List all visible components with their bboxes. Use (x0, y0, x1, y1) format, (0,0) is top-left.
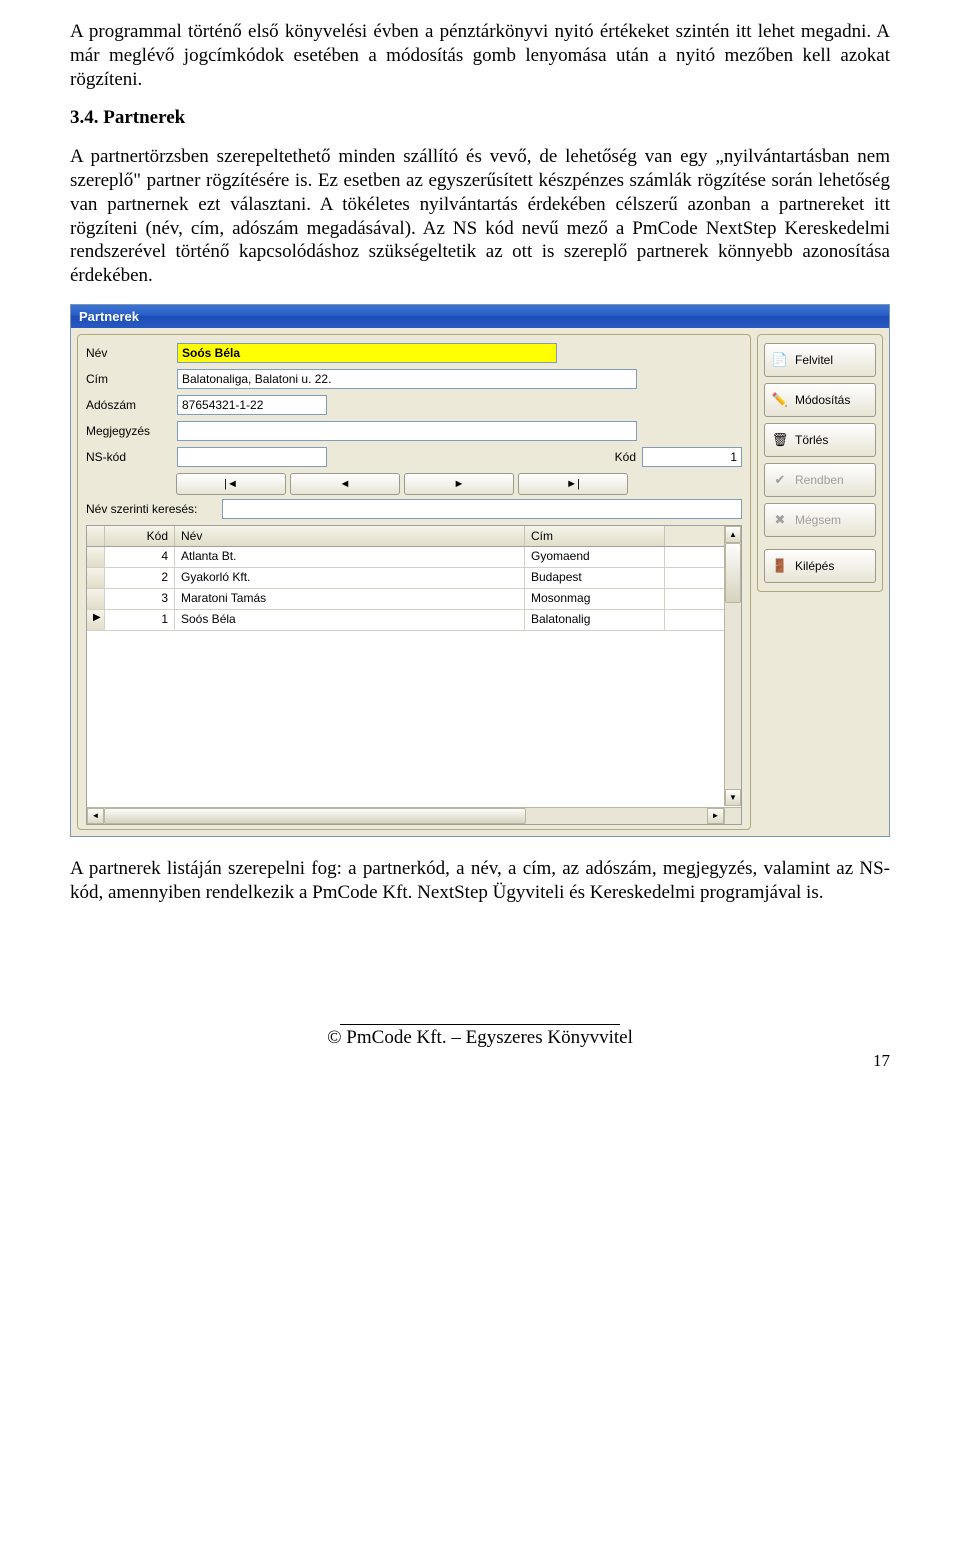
input-adoszam[interactable] (177, 395, 327, 415)
table-row[interactable]: 4 Atlanta Bt. Gyomaend (87, 547, 741, 568)
trash-icon: 🗑 (771, 432, 789, 448)
new-document-icon: 📄 (771, 352, 789, 368)
scroll-corner (724, 807, 741, 824)
scroll-down-button[interactable]: ▼ (725, 789, 741, 806)
table-row[interactable]: 3 Maratoni Tamás Mosonmag (87, 589, 741, 610)
window-titlebar: Partnerek (71, 305, 889, 328)
label-megjegyzes: Megjegyzés (86, 424, 171, 438)
hscroll-thumb[interactable] (104, 808, 526, 824)
megsem-button[interactable]: ✖ Mégsem (764, 503, 876, 537)
check-icon: ✔ (771, 472, 789, 488)
input-nskod[interactable] (177, 447, 327, 467)
label-kod: Kód (615, 450, 636, 464)
table-row[interactable]: ▶ 1 Soós Béla Balatonalig (87, 610, 741, 631)
table-row[interactable]: 2 Gyakorló Kft. Budapest (87, 568, 741, 589)
cancel-icon: ✖ (771, 512, 789, 528)
input-search[interactable] (222, 499, 742, 519)
input-megjegyzes[interactable] (177, 421, 637, 441)
footer-divider (340, 1024, 620, 1025)
horizontal-scrollbar[interactable]: ◄ ► (87, 807, 724, 824)
nav-next-button[interactable]: ► (404, 473, 514, 495)
row-indicator (87, 568, 105, 588)
modositas-button[interactable]: ✏️ Módosítás (764, 383, 876, 417)
nav-last-button[interactable]: ►| (518, 473, 628, 495)
row-indicator (87, 547, 105, 567)
grid-header: Kód Név Cím (87, 526, 741, 547)
exit-icon: 🚪 (771, 558, 789, 574)
paragraph-after: A partnerek listáján szerepelni fog: a p… (70, 857, 890, 905)
torles-button[interactable]: 🗑 Törlés (764, 423, 876, 457)
page-number: 17 (70, 1051, 890, 1071)
label-cim: Cím (86, 372, 171, 386)
nav-first-button[interactable]: |◄ (176, 473, 286, 495)
paragraph-intro: A programmal történő első könyvelési évb… (70, 20, 890, 91)
scroll-left-button[interactable]: ◄ (87, 808, 104, 824)
col-header-nev[interactable]: Név (175, 526, 525, 546)
scroll-thumb[interactable] (725, 543, 741, 603)
paragraph-desc: A partnertörzsben szerepeltethető minden… (70, 145, 890, 288)
kilepes-button[interactable]: 🚪 Kilépés (764, 549, 876, 583)
rendben-button[interactable]: ✔ Rendben (764, 463, 876, 497)
label-nskod: NS-kód (86, 450, 171, 464)
label-nev: Név (86, 346, 171, 360)
input-nev[interactable] (177, 343, 557, 363)
row-indicator (87, 589, 105, 609)
edit-icon: ✏️ (771, 392, 789, 408)
partnerek-window: Partnerek Név Cím Adószám Megjegyzés NS-… (70, 304, 890, 837)
col-header-kod[interactable]: Kód (105, 526, 175, 546)
input-cim[interactable] (177, 369, 637, 389)
row-indicator: ▶ (87, 610, 105, 630)
input-kod[interactable] (642, 447, 742, 467)
vertical-scrollbar[interactable]: ▲ ▼ (724, 526, 741, 806)
footer-company: © PmCode Kft. – Egyszeres Könyvvitel (70, 1027, 890, 1049)
scroll-right-button[interactable]: ► (707, 808, 724, 824)
section-heading: 3.4. Partnerek (70, 107, 890, 129)
label-search: Név szerinti keresés: (86, 502, 216, 516)
scroll-up-button[interactable]: ▲ (725, 526, 741, 543)
col-header-cim[interactable]: Cím (525, 526, 665, 546)
nav-prev-button[interactable]: ◄ (290, 473, 400, 495)
action-panel: 📄 Felvitel ✏️ Módosítás 🗑 Törlés ✔ Rendb… (757, 334, 883, 592)
form-panel: Név Cím Adószám Megjegyzés NS-kód Kód (77, 334, 751, 830)
felvitel-button[interactable]: 📄 Felvitel (764, 343, 876, 377)
label-adoszam: Adószám (86, 398, 171, 412)
partner-grid[interactable]: Kód Név Cím 4 Atlanta Bt. Gyomaend 2 Gya… (86, 525, 742, 825)
